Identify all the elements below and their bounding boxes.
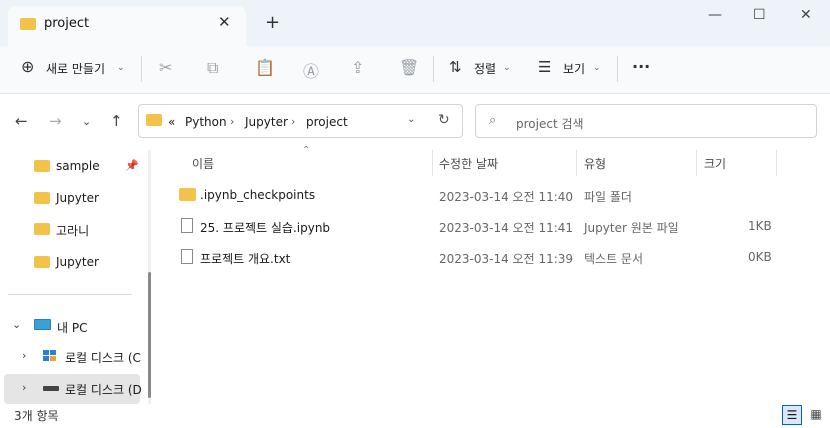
cut-icon[interactable]: ✂ bbox=[159, 58, 172, 77]
folder-icon bbox=[179, 188, 196, 201]
forward-icon[interactable]: → bbox=[49, 112, 62, 130]
file-name[interactable]: 프로젝트 개요.txt bbox=[200, 250, 290, 267]
share-icon[interactable]: ⇪ bbox=[351, 58, 364, 77]
tab-close-icon[interactable]: ✕ bbox=[218, 13, 231, 31]
nav-item-drive-c[interactable]: 로컬 디스크 (C bbox=[65, 349, 141, 366]
search-icon: ⌕ bbox=[489, 113, 497, 128]
folder-icon bbox=[20, 18, 36, 30]
breadcrumb-jupyter[interactable]: Jupyter bbox=[245, 115, 288, 129]
sort-button[interactable]: 정렬 bbox=[474, 60, 496, 77]
folder-icon bbox=[34, 256, 50, 268]
folder-icon bbox=[34, 192, 50, 204]
toolbar-divider bbox=[617, 56, 618, 82]
chevron-down-icon: ⌄ bbox=[117, 63, 125, 73]
recent-chevron-icon[interactable]: ⌄ bbox=[82, 115, 91, 128]
more-options-button[interactable]: ··· bbox=[632, 57, 650, 76]
address-history-chevron-icon[interactable]: ⌄ bbox=[407, 114, 415, 125]
copy-icon[interactable]: ⧉ bbox=[207, 58, 218, 78]
toolbar-divider bbox=[433, 56, 434, 82]
nav-item-gorani[interactable]: 고라니 bbox=[56, 222, 89, 239]
file-modified: 2023-03-14 오전 11:41 bbox=[439, 221, 574, 235]
file-icon bbox=[181, 218, 193, 233]
nav-scrollbar-thumb[interactable] bbox=[148, 272, 151, 398]
nav-item-sample[interactable]: sample bbox=[56, 159, 100, 173]
column-divider[interactable] bbox=[432, 150, 433, 176]
nav-item-jupyter[interactable]: Jupyter bbox=[56, 191, 99, 205]
folder-icon bbox=[146, 114, 162, 126]
chevron-down-icon: ⌄ bbox=[503, 63, 511, 73]
windows-drive-icon bbox=[43, 350, 57, 362]
close-button[interactable]: ✕ bbox=[800, 7, 812, 23]
details-view-icon[interactable]: ☰ bbox=[782, 405, 802, 425]
pc-icon bbox=[34, 319, 51, 330]
folder-icon bbox=[34, 223, 50, 235]
breadcrumb-separator[interactable]: › bbox=[230, 115, 234, 128]
tiles-view-icon[interactable]: ▦ bbox=[806, 405, 826, 425]
paste-icon[interactable]: 📋 bbox=[255, 58, 275, 77]
column-divider[interactable] bbox=[576, 150, 577, 176]
file-type: 텍스트 문서 bbox=[584, 252, 644, 266]
column-divider[interactable] bbox=[776, 150, 777, 176]
expand-chevron-icon[interactable]: ⌄ bbox=[12, 318, 21, 331]
column-header-name[interactable]: 이름 bbox=[192, 155, 214, 172]
plus-circle-icon: ⊕ bbox=[21, 57, 35, 76]
nav-item-drive-d[interactable]: 로컬 디스크 (D bbox=[65, 381, 142, 398]
column-header-modified[interactable]: 수정한 날짜 bbox=[439, 155, 498, 172]
item-count: 3개 항목 bbox=[14, 409, 59, 423]
file-size: 0KB bbox=[748, 250, 772, 264]
file-size: 1KB bbox=[748, 219, 772, 233]
new-button[interactable]: 새로 만들기 bbox=[46, 60, 105, 77]
file-modified: 2023-03-14 오전 11:40 bbox=[439, 190, 574, 204]
column-header-type[interactable]: 유형 bbox=[584, 155, 606, 172]
back-icon[interactable]: ← bbox=[15, 112, 28, 130]
nav-item-this-pc[interactable]: 내 PC bbox=[57, 319, 87, 336]
rename-icon[interactable]: Ⓐ bbox=[303, 58, 319, 82]
minimize-button[interactable]: — bbox=[708, 7, 722, 23]
delete-icon[interactable]: 🗑 bbox=[399, 58, 419, 77]
drive-icon bbox=[43, 386, 59, 391]
new-tab-button[interactable]: + bbox=[265, 12, 280, 33]
refresh-icon[interactable]: ↻ bbox=[438, 112, 450, 128]
view-button[interactable]: 보기 bbox=[563, 60, 585, 77]
column-divider[interactable] bbox=[696, 150, 697, 176]
file-type: Jupyter 원본 파일 bbox=[584, 221, 679, 235]
file-modified: 2023-03-14 오전 11:39 bbox=[439, 252, 574, 266]
column-header-size[interactable]: 크기 bbox=[704, 155, 726, 172]
sort-icon: ⇅ bbox=[449, 58, 462, 76]
file-name[interactable]: 25. 프로젝트 실습.ipynb bbox=[200, 219, 330, 236]
toolbar-divider bbox=[141, 56, 142, 82]
breadcrumb-python[interactable]: Python bbox=[185, 115, 227, 129]
tab-title: project bbox=[44, 16, 90, 31]
nav-item-jupyter-2[interactable]: Jupyter bbox=[56, 255, 99, 269]
folder-icon bbox=[34, 160, 50, 172]
up-icon[interactable]: ↑ bbox=[110, 112, 123, 130]
sort-ascending-icon: ⌃ bbox=[302, 145, 311, 156]
breadcrumb-project[interactable]: project bbox=[306, 115, 348, 129]
file-name[interactable]: .ipynb_checkpoints bbox=[200, 188, 315, 202]
chevron-down-icon: ⌄ bbox=[593, 63, 601, 73]
expand-chevron-icon[interactable]: › bbox=[22, 381, 26, 394]
search-input[interactable]: project 검색 bbox=[516, 115, 584, 132]
file-type: 파일 폴더 bbox=[584, 190, 632, 204]
maximize-button[interactable]: ☐ bbox=[753, 7, 766, 23]
expand-chevron-icon[interactable]: › bbox=[22, 349, 26, 362]
nav-divider bbox=[8, 294, 132, 295]
pin-icon: 📌 bbox=[125, 159, 139, 172]
text-file-icon bbox=[181, 249, 193, 264]
view-icon: ☰ bbox=[538, 58, 552, 76]
breadcrumb-separator[interactable]: › bbox=[291, 115, 295, 128]
breadcrumb-overflow[interactable]: « bbox=[168, 115, 175, 129]
